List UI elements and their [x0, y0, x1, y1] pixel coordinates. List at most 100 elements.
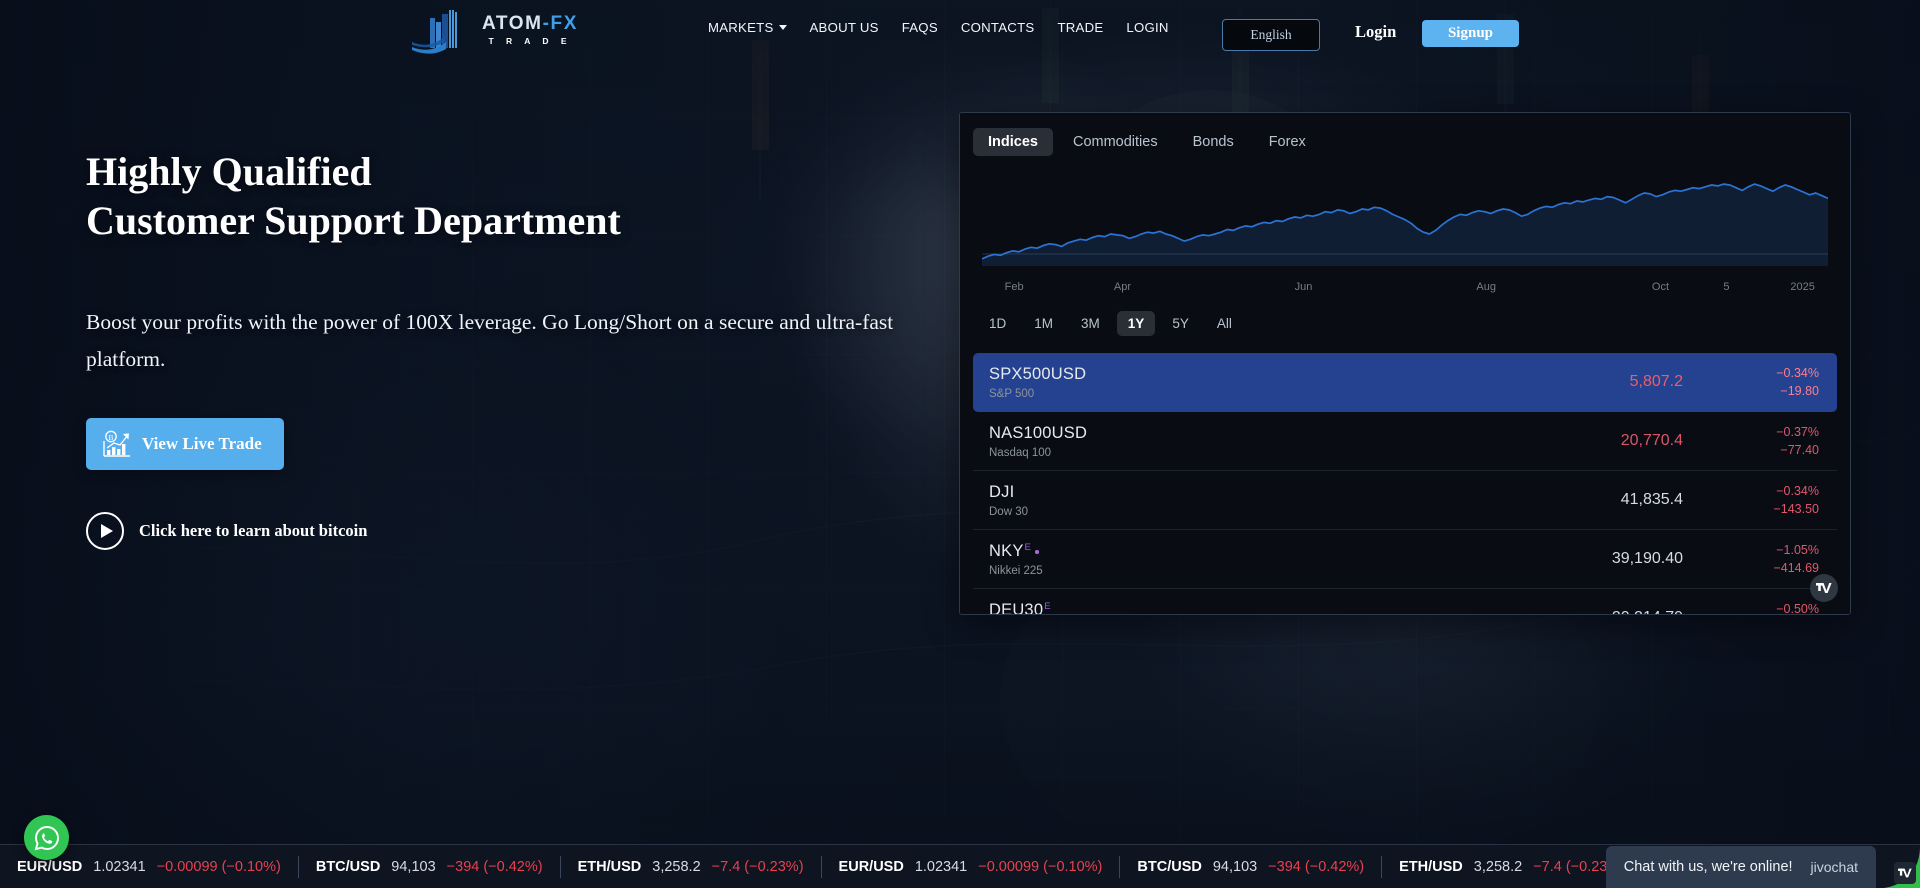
hero-content: Highly Qualified Customer Support Depart… [86, 148, 946, 550]
learn-about-bitcoin-label: Click here to learn about bitcoin [139, 520, 368, 540]
table-row[interactable]: NKY E Nikkei 225 39,190.40 −1.05% −414.6… [973, 530, 1837, 589]
symbol-price: 5,807.2 [1629, 373, 1683, 390]
ticker-item[interactable]: ETH/USD 3,258.2 −7.4 (−0.23%) [1382, 859, 1642, 875]
ticker-change: −7.4 (−0.23%) [711, 858, 804, 875]
range-all[interactable]: All [1206, 311, 1243, 336]
symbol-change-pct: −1.05% [1776, 543, 1819, 557]
ticker-value: 1.02341 [914, 858, 968, 875]
tab-bonds[interactable]: Bonds [1178, 128, 1249, 156]
nav-item-contacts[interactable]: CONTACTS [961, 20, 1035, 35]
chart-area-fill [982, 184, 1828, 266]
main-navigation: MARKETS ABOUT US FAQS CONTACTS TRADE LOG… [708, 20, 1169, 35]
symbol-change: −1.05% −414.69 [1723, 543, 1819, 575]
ticker-change: −394 (−0.42%) [1268, 858, 1365, 875]
nav-item-login[interactable]: LOGIN [1126, 20, 1168, 35]
whatsapp-chat-button[interactable] [24, 815, 69, 860]
tradingview-market-overview-widget: Indices Commodities Bonds Forex Feb Apr … [959, 112, 1851, 615]
ticker-value: 94,103 [1212, 858, 1258, 875]
table-row[interactable]: NAS100USD Nasdaq 100 20,770.4 −0.37% −77… [973, 412, 1837, 471]
view-live-trade-button[interactable]: B View Live Trade [86, 417, 284, 470]
ticker-change: −0.00099 (−0.10%) [156, 858, 281, 875]
symbol-change: −0.50% −102. [1723, 602, 1819, 615]
tab-commodities[interactable]: Commodities [1058, 128, 1173, 156]
symbol-change-abs: −19.80 [1780, 384, 1819, 398]
symbol-description: Nasdaq 100 [989, 446, 1052, 459]
symbol-price: 39,190.40 [1611, 550, 1683, 567]
range-3m[interactable]: 3M [1070, 311, 1111, 336]
tab-indices[interactable]: Indices [973, 128, 1053, 156]
nav-item-markets[interactable]: MARKETS [708, 20, 787, 35]
symbol-ticker: DEU30 E [989, 600, 1309, 615]
axis-tick-feb: Feb [1004, 281, 1024, 293]
symbol-change-pct: −0.37% [1776, 425, 1819, 439]
symbol-description: Dow 30 [989, 505, 1028, 518]
nav-item-about-us[interactable]: ABOUT US [810, 20, 879, 35]
symbol-ticker-text: NAS100USD [989, 423, 1088, 442]
logo-title-accent: FX [550, 13, 579, 35]
symbol-names: SPX500USD S&P 500 [989, 365, 1309, 400]
ticker-item[interactable]: BTC/USD 94,103 −394 (−0.42%) [299, 859, 560, 875]
symbol-ticker: DJI [989, 483, 1309, 502]
range-5y[interactable]: 5Y [1161, 311, 1200, 336]
nav-item-trade[interactable]: TRADE [1057, 20, 1103, 35]
ticker-item[interactable]: EUR/USD 1.02341 −0.00099 (−0.10%) [822, 859, 1120, 875]
symbol-change-pct: −0.50% [1776, 602, 1819, 615]
table-row[interactable]: SPX500USD S&P 500 5,807.2 −0.34% −19.80 [973, 353, 1837, 412]
site-header: ATOM-FX T R A D E MARKETS ABOUT US FAQS … [0, 0, 1920, 62]
symbol-change-abs: −77.40 [1780, 443, 1819, 457]
range-1d[interactable]: 1D [978, 311, 1017, 336]
login-link[interactable]: Login [1355, 22, 1396, 42]
ticker-item[interactable]: EUR/USD 1.02341 −0.00099 (−0.10%) [0, 859, 298, 875]
nav-item-faqs[interactable]: FAQS [902, 20, 938, 35]
hero-title-line-2: Customer Support Department [86, 197, 621, 243]
ticker-item[interactable]: BTC/USD 94,103 −394 (−0.42%) [1120, 859, 1381, 875]
symbol-price: 20,214.79 [1309, 609, 1723, 614]
language-selector[interactable]: English [1222, 19, 1320, 51]
ticker-change: −0.00099 (−0.10%) [978, 858, 1103, 875]
logo-text: ATOM-FX T R A D E [482, 14, 578, 46]
view-live-trade-label: View Live Trade [142, 433, 262, 453]
signup-button[interactable]: Signup [1422, 20, 1519, 47]
tradingview-logo-icon [1898, 868, 1912, 878]
axis-tick-aug: Aug [1476, 281, 1496, 293]
logo-title-sep: - [542, 13, 551, 35]
hero-subtitle: Boost your profits with the power of 100… [86, 309, 894, 371]
range-1m[interactable]: 1M [1023, 311, 1064, 336]
range-1y[interactable]: 1Y [1116, 311, 1156, 336]
symbol-price: 41,835.4 [1620, 491, 1683, 508]
symbol-exchange-superscript: E [1044, 600, 1051, 612]
axis-tick-2025: 2025 [1790, 281, 1815, 293]
symbol-names: DEU30 E DAX Index [989, 600, 1309, 615]
symbol-description: Nikkei 225 [989, 564, 1043, 577]
axis-tick-jun: Jun [1294, 281, 1313, 293]
jivochat-widget[interactable]: Chat with us, we're online! jivochat [1605, 846, 1876, 888]
symbol-ticker-text: DEU30 [989, 600, 1044, 615]
symbol-change-pct: −0.34% [1776, 366, 1819, 380]
symbol-names: DJI Dow 30 [989, 483, 1309, 518]
ticker-item[interactable]: ETH/USD 3,258.2 −7.4 (−0.23%) [561, 859, 821, 875]
symbol-list: SPX500USD S&P 500 5,807.2 −0.34% −19.80 … [973, 353, 1837, 615]
symbol-ticker-text: DJI [989, 482, 1015, 501]
jivochat-brand: jivochat [1810, 859, 1858, 875]
learn-about-bitcoin-button[interactable]: Click here to learn about bitcoin [86, 511, 946, 550]
tradingview-logo-icon[interactable] [1810, 574, 1838, 602]
symbol-change: −0.34% −19.80 [1723, 366, 1819, 398]
symbol-price: 20,770.4 [1620, 432, 1683, 449]
ticker-value: 94,103 [391, 858, 436, 875]
tab-forex[interactable]: Forex [1254, 128, 1321, 156]
axis-tick-5: 5 [1723, 281, 1730, 293]
ticker-symbol: BTC/USD [315, 858, 381, 875]
symbol-names: NAS100USD Nasdaq 100 [989, 424, 1309, 459]
axis-tick-apr: Apr [1113, 281, 1131, 293]
symbol-ticker: NAS100USD [989, 424, 1309, 443]
table-row[interactable]: DEU30 E DAX Index 20,214.79 −0.50% −102. [973, 589, 1837, 615]
logo-title-main: ATOM [482, 13, 543, 35]
play-icon [86, 511, 124, 550]
hero-title-line-1: Highly Qualified [86, 149, 372, 194]
logo[interactable]: ATOM-FX T R A D E [410, 6, 578, 54]
ticker-value: 3,258.2 [1473, 858, 1523, 875]
symbol-change: −0.34% −143.50 [1723, 484, 1819, 516]
table-row[interactable]: DJI Dow 30 41,835.4 −0.34% −143.50 [973, 471, 1837, 530]
tradingview-corner-badge[interactable] [1894, 862, 1916, 884]
symbol-exchange-superscript: E [1024, 541, 1032, 553]
